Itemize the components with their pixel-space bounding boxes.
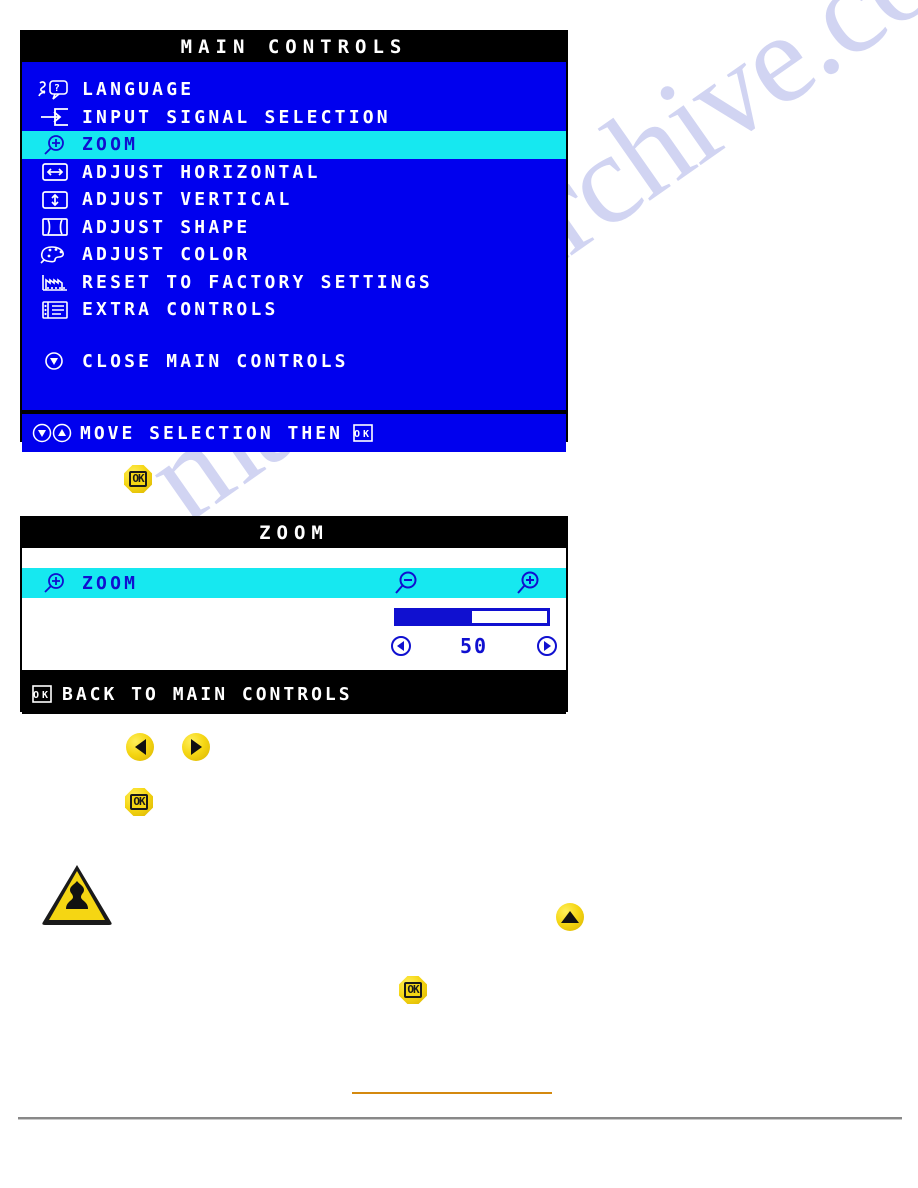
main-controls-menu-list: ? LANGUAGE INPUT SIGNAL SELECTION ZOOM A…: [22, 62, 566, 410]
right-arrow-key-button[interactable]: [182, 733, 210, 761]
menu-item-label: CLOSE MAIN CONTROLS: [82, 350, 349, 372]
menu-item-label: LANGUAGE: [82, 79, 195, 101]
zoom-value: 50: [459, 634, 489, 658]
adjust-vertical-arrows-icon: [34, 189, 74, 211]
menu-item-label: ADJUST VERTICAL: [82, 189, 293, 211]
zoom-panel-title: ZOOM: [22, 518, 566, 548]
up-triangle-icon: [561, 911, 579, 923]
menu-item-close-main-controls[interactable]: CLOSE MAIN CONTROLS: [22, 348, 566, 376]
zoom-magnifier-plus-icon: [34, 134, 74, 156]
menu-item-label: ADJUST SHAPE: [82, 216, 251, 238]
page-divider: [18, 1117, 902, 1120]
ok-key-label: OK: [130, 794, 148, 810]
ok-key-button[interactable]: OK: [399, 976, 427, 1004]
warning-triangle-icon: [40, 862, 114, 928]
menu-item-label: ADJUST COLOR: [82, 244, 251, 266]
menu-item-label: EXTRA CONTROLS: [82, 299, 279, 321]
ok-key-label: OK: [404, 982, 422, 998]
right-arrow-circle-icon[interactable]: [536, 635, 558, 657]
menu-item-extra-controls[interactable]: EXTRA CONTROLS: [22, 296, 566, 324]
reset-factory-building-icon: [34, 271, 74, 293]
zoom-slider-fill: [397, 611, 472, 623]
menu-item-label: ADJUST HORIZONTAL: [82, 161, 321, 183]
menu-spacer: [22, 324, 566, 348]
adjust-color-palette-icon: [34, 244, 74, 266]
menu-item-label: INPUT SIGNAL SELECTION: [82, 106, 391, 128]
main-controls-title: MAIN CONTROLS: [22, 32, 566, 62]
svg-text:OK: OK: [354, 429, 372, 440]
ok-key-icon: OK: [353, 424, 373, 442]
zoom-magnifier-plus-icon: [34, 572, 74, 594]
menu-item-label: RESET TO FACTORY SETTINGS: [82, 271, 433, 293]
left-triangle-icon: [134, 739, 146, 755]
zoom-blank-top: [22, 548, 566, 568]
left-arrow-key-button[interactable]: [126, 733, 154, 761]
language-person-question-icon: ?: [34, 79, 74, 101]
right-triangle-icon: [190, 739, 202, 755]
adjust-horizontal-arrows-icon: [34, 161, 74, 183]
zoom-panel-footer-label: BACK TO MAIN CONTROLS: [62, 683, 353, 705]
magnifier-plus-icon[interactable]: [512, 571, 542, 602]
main-controls-footer: MOVE SELECTION THEN OK: [22, 414, 566, 452]
extra-controls-list-icon: [34, 299, 74, 321]
main-controls-footer-label: MOVE SELECTION THEN: [80, 422, 343, 444]
svg-text:?: ?: [54, 83, 63, 94]
menu-item-reset-to-factory-settings[interactable]: RESET TO FACTORY SETTINGS: [22, 269, 566, 297]
zoom-setting-row[interactable]: ZOOM: [22, 568, 566, 598]
down-arrow-circle-icon: [32, 423, 52, 443]
ok-key-label: OK: [129, 471, 147, 487]
osd-zoom-panel: ZOOM ZOOM 50 OK BACK TO MAIN CONTROLS: [20, 516, 568, 714]
menu-item-zoom[interactable]: ZOOM: [22, 131, 566, 159]
ok-key-icon: OK: [32, 685, 52, 703]
osd-main-controls-panel: MAIN CONTROLS ? LANGUAGE INPUT SIGNAL SE…: [20, 30, 568, 452]
left-arrow-circle-icon[interactable]: [390, 635, 412, 657]
adjust-shape-pincushion-icon: [34, 216, 74, 238]
menu-item-label: ZOOM: [82, 134, 139, 156]
link-underline[interactable]: [352, 1092, 552, 1094]
zoom-panel-footer: OK BACK TO MAIN CONTROLS: [22, 674, 566, 714]
menu-item-adjust-horizontal[interactable]: ADJUST HORIZONTAL: [22, 159, 566, 187]
menu-item-adjust-shape[interactable]: ADJUST SHAPE: [22, 214, 566, 242]
menu-item-adjust-vertical[interactable]: ADJUST VERTICAL: [22, 186, 566, 214]
menu-item-input-signal-selection[interactable]: INPUT SIGNAL SELECTION: [22, 104, 566, 132]
zoom-value-row: 50: [390, 634, 558, 658]
ok-key-button[interactable]: OK: [125, 788, 153, 816]
menu-item-adjust-color[interactable]: ADJUST COLOR: [22, 241, 566, 269]
up-arrow-key-button[interactable]: [556, 903, 584, 931]
zoom-setting-label: ZOOM: [82, 572, 139, 594]
close-down-arrow-circle-icon: [34, 350, 74, 372]
zoom-panel-body: ZOOM 50: [22, 548, 566, 670]
ok-key-button[interactable]: OK: [124, 465, 152, 493]
zoom-slider-track[interactable]: [394, 608, 550, 626]
menu-item-language[interactable]: ? LANGUAGE: [22, 76, 566, 104]
input-signal-arrow-into-box-icon: [34, 106, 74, 128]
svg-text:OK: OK: [33, 690, 51, 701]
up-arrow-circle-icon: [52, 423, 72, 443]
magnifier-minus-icon[interactable]: [390, 571, 420, 602]
